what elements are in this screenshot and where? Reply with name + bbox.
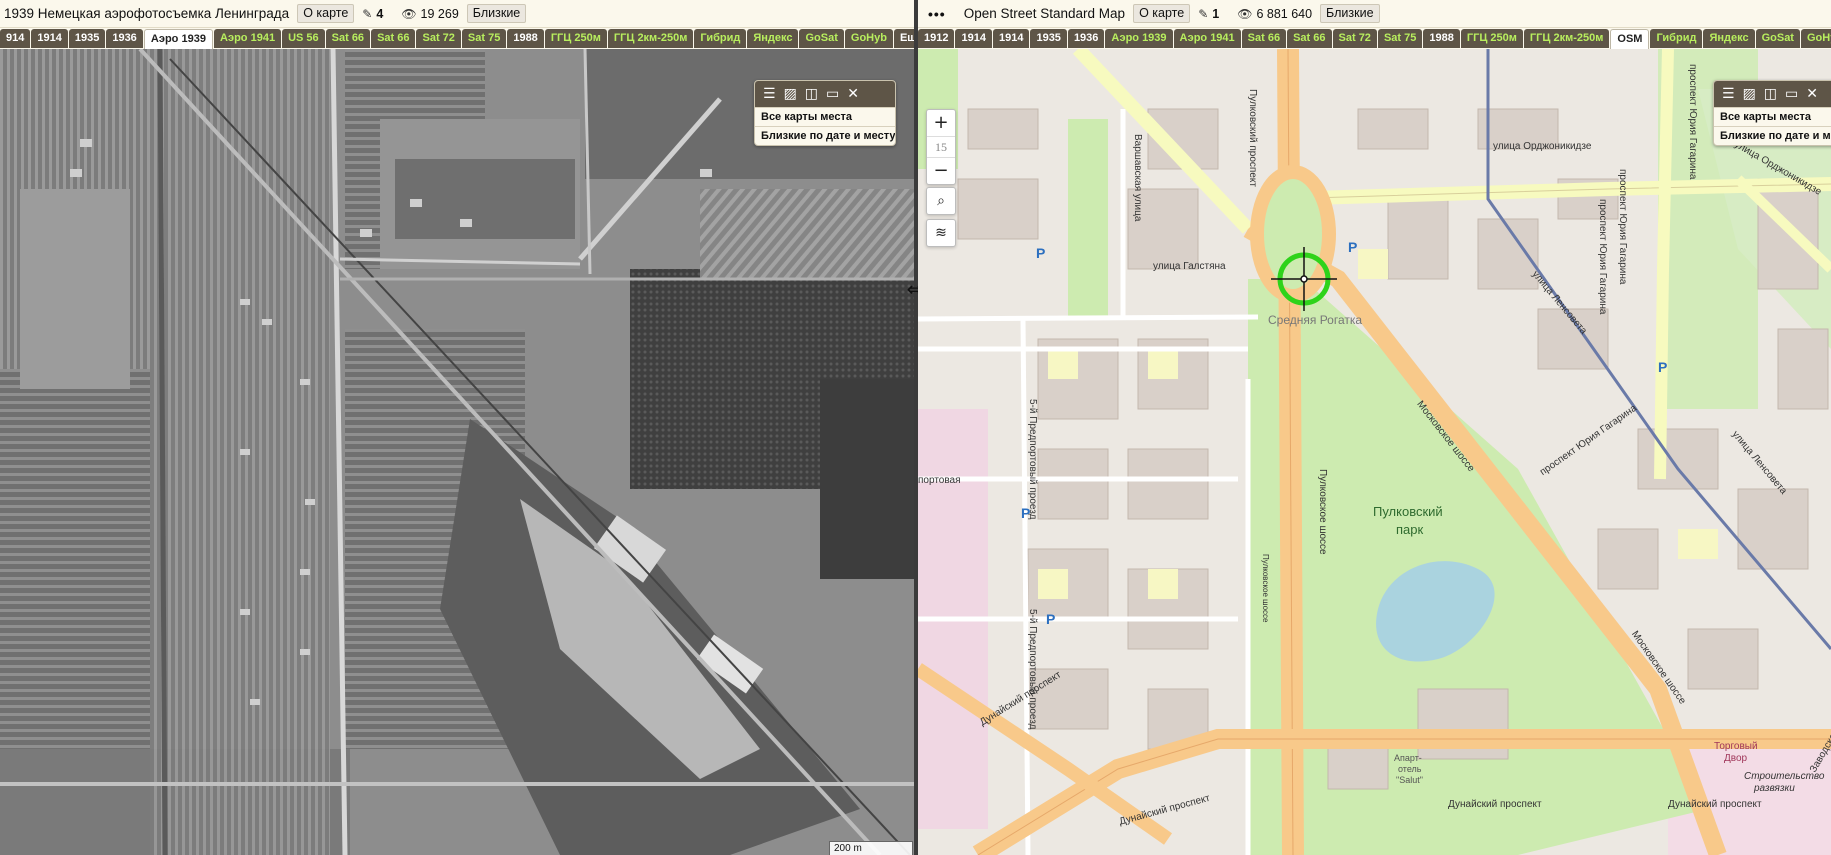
right-tab-11[interactable]: 1988: [1423, 29, 1460, 48]
right-tab-1[interactable]: 1914: [955, 29, 992, 48]
columns-icon[interactable]: ◫: [1764, 81, 1777, 107]
right-tab-4[interactable]: 1936: [1067, 29, 1105, 48]
right-tab-8[interactable]: Sat 66: [1287, 29, 1332, 48]
close-icon[interactable]: ✕: [1806, 81, 1818, 107]
right-views-count: 👁 6 881 640: [1237, 7, 1312, 21]
columns-icon[interactable]: ◫: [805, 81, 818, 107]
close-icon[interactable]: ✕: [847, 81, 859, 107]
zoom-in-button[interactable]: +: [927, 110, 955, 136]
right-tab-13[interactable]: ГГЦ 2км-250м: [1523, 29, 1610, 48]
left-tab-2[interactable]: 1935: [68, 29, 106, 48]
dots-menu-icon[interactable]: •••: [928, 6, 946, 22]
right-tab-2[interactable]: 1914: [992, 29, 1030, 48]
zoom-out-button[interactable]: −: [927, 158, 955, 184]
left-map-pane: 1939 Немецкая аэрофотосъемка Ленинграда …: [0, 0, 914, 855]
left-tab-18[interactable]: Ещё...: [893, 29, 914, 48]
right-tab-16[interactable]: Яндекс: [1703, 29, 1755, 48]
eye-icon: 👁: [401, 6, 417, 21]
left-tab-5[interactable]: Аэро 1941: [213, 29, 282, 48]
zoom-control: + 15 −: [926, 109, 956, 185]
right-tab-5[interactable]: Аэро 1939: [1105, 29, 1173, 48]
left-tab-9[interactable]: Sat 72: [416, 29, 461, 48]
right-popup-nearby-date[interactable]: Близкие по дате и месту: [1714, 126, 1831, 145]
right-popup-toolbar: ☰ ▨ ◫ ▭ ✕: [1714, 81, 1831, 107]
left-tab-15[interactable]: Яндекс: [747, 29, 799, 48]
scale-bar: 200 m: [829, 841, 913, 855]
left-edits-count: ✎ 4: [362, 7, 383, 21]
left-popup-toolbar: ☰ ▨ ◫ ▭ ✕: [755, 81, 895, 107]
right-tab-10[interactable]: Sat 75: [1377, 29, 1423, 48]
right-tab-14[interactable]: OSM: [1610, 29, 1650, 49]
left-tab-12[interactable]: ГГЦ 250м: [544, 29, 607, 48]
left-views-value: 19 269: [420, 6, 459, 21]
right-nearby-button[interactable]: Близкие: [1320, 4, 1380, 23]
left-map-title: 1939 Немецкая аэрофотосъемка Ленинграда: [4, 6, 290, 21]
left-tab-14[interactable]: Гибрид: [694, 29, 747, 48]
right-map-title: Open Street Standard Map: [963, 6, 1126, 21]
left-tab-7[interactable]: Sat 66: [325, 29, 371, 48]
right-tab-15[interactable]: Гибрид: [1650, 29, 1703, 48]
window-icon[interactable]: ▭: [826, 81, 839, 107]
right-about-map-button[interactable]: О карте: [1133, 4, 1191, 23]
right-tab-12[interactable]: ГГЦ 250м: [1460, 29, 1523, 48]
right-edits-count: ✎ 1: [1198, 7, 1219, 21]
right-tab-9[interactable]: Sat 72: [1332, 29, 1377, 48]
list-icon[interactable]: ☰: [1722, 81, 1735, 107]
osm-map-canvas: [918, 49, 1831, 855]
left-about-map-button[interactable]: О карте: [297, 4, 355, 23]
left-edits-value: 4: [376, 6, 384, 21]
right-tab-6[interactable]: Аэро 1941: [1173, 29, 1241, 48]
left-title-bar: 1939 Немецкая аэрофотосъемка Ленинграда …: [0, 0, 914, 28]
right-tab-3[interactable]: 1935: [1030, 29, 1067, 48]
right-tab-18[interactable]: GoHyb: [1800, 29, 1831, 48]
eye-icon: 👁: [1237, 6, 1253, 21]
left-map-popup: ☰ ▨ ◫ ▭ ✕ Все карты места Близкие по дат…: [754, 80, 896, 146]
left-tab-6[interactable]: US 56: [282, 29, 325, 48]
list-icon[interactable]: ☰: [763, 81, 776, 107]
window-icon[interactable]: ▭: [1785, 81, 1798, 107]
left-tab-8[interactable]: Sat 66: [371, 29, 416, 48]
aerial-photo-1939[interactable]: 200 m: [0, 49, 914, 855]
zoom-level: 15: [927, 136, 955, 158]
right-tab-7[interactable]: Sat 66: [1241, 29, 1287, 48]
image-icon[interactable]: ▨: [784, 81, 797, 107]
layers-icon[interactable]: ≋: [926, 219, 956, 247]
left-tab-13[interactable]: ГГЦ 2км-250м: [607, 29, 694, 48]
pencil-icon: ✎: [362, 6, 373, 21]
left-tab-4[interactable]: Аэро 1939: [143, 29, 213, 49]
right-tab-0[interactable]: 1912: [918, 29, 955, 48]
left-nearby-button[interactable]: Близкие: [466, 4, 527, 23]
left-tab-16[interactable]: GoSat: [799, 29, 844, 48]
left-tab-10[interactable]: Sat 75: [461, 29, 507, 48]
left-tab-0[interactable]: 914: [0, 29, 31, 48]
left-tab-3[interactable]: 1936: [106, 29, 143, 48]
left-popup-all-maps[interactable]: Все карты места: [755, 107, 895, 126]
osm-map[interactable]: Пулковский проспект Варшавская улица ули…: [918, 49, 1831, 855]
right-map-popup: ☰ ▨ ◫ ▭ ✕ Все карты места Близкие по дат…: [1713, 80, 1831, 146]
left-tab-1[interactable]: 1914: [31, 29, 68, 48]
left-tab-17[interactable]: GoHyb: [844, 29, 893, 48]
right-map-pane: ••• Open Street Standard Map О карте ✎ 1 …: [918, 0, 1831, 855]
left-tab-11[interactable]: 1988: [507, 29, 544, 48]
right-tab-17[interactable]: GoSat: [1755, 29, 1800, 48]
right-popup-all-maps[interactable]: Все карты места: [1714, 107, 1831, 126]
right-title-bar: ••• Open Street Standard Map О карте ✎ 1 …: [918, 0, 1831, 28]
left-popup-nearby-date[interactable]: Близкие по дате и месту: [755, 126, 895, 145]
left-map-tabs: 914 1914 1935 1936 Аэро 1939 Аэро 1941 US 56 Sa…: [0, 28, 914, 49]
search-icon[interactable]: ⌕: [926, 187, 956, 215]
aerial-image: [0, 49, 914, 855]
right-views-value: 6 881 640: [1256, 6, 1313, 21]
right-map-tabs: 1912 1914 1914 1935 1936 Аэро 1939 Аэро 1941 Sa…: [918, 28, 1831, 49]
image-icon[interactable]: ▨: [1743, 81, 1756, 107]
right-edits-value: 1: [1212, 6, 1220, 21]
left-views-count: 👁 19 269: [401, 7, 458, 21]
pencil-icon: ✎: [1198, 6, 1209, 21]
